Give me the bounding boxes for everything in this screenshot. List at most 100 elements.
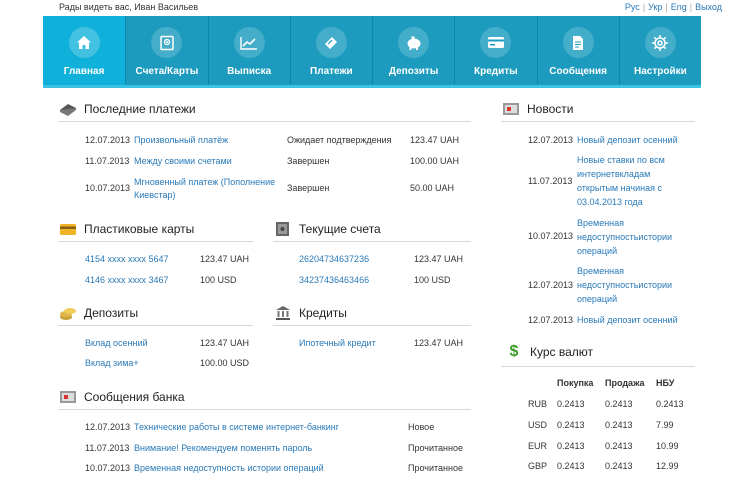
news-link[interactable]: 03.04.2013 года (577, 197, 643, 207)
deposits-section-title: Депозиты (58, 306, 138, 320)
card-amount: 100 USD (200, 275, 237, 285)
news-link[interactable]: Временная (577, 266, 624, 276)
account-number-link[interactable]: 26204734637236 (299, 254, 369, 264)
home-icon (68, 27, 100, 58)
payment-status: Ожидает подтверждения (287, 135, 392, 145)
credit-link[interactable]: Ипотечный кредит (299, 338, 376, 348)
news-link[interactable]: операций (577, 246, 617, 256)
payment-link[interactable]: Мгновенный платеж (Пополнение Киевстар) (134, 176, 279, 202)
safe-icon (273, 222, 293, 236)
nav-item-accounts[interactable]: Счета/Карты (125, 16, 207, 85)
card-icon (58, 222, 78, 236)
news-date: 11.07.2013 (528, 176, 573, 186)
deposit-link[interactable]: Вклад зима+ (85, 358, 139, 368)
section-title-text: Текущие счета (299, 222, 381, 236)
rates-header-buy: Покупка (557, 378, 594, 388)
main-nav: Главная Счета/Карты Выписка Платежи Депо… (43, 16, 701, 85)
section-title-text: Курс валют (530, 345, 594, 359)
nav-label: Платежи (310, 66, 353, 77)
news-link[interactable]: Временная (577, 218, 624, 228)
news-link[interactable]: недоступностьистории (577, 280, 672, 290)
nav-item-statement[interactable]: Выписка (207, 16, 290, 85)
nav-label: Депозиты (388, 66, 439, 77)
news-link[interactable]: интернетвкладам (577, 169, 650, 179)
nav-item-payments[interactable]: Платежи (289, 16, 372, 85)
deposit-amount: 100.00 USD (200, 358, 250, 368)
currency-code: RUB (528, 399, 548, 409)
payments-section-title: Последние платежи (58, 102, 196, 116)
payment-date: 12.07.2013 (85, 135, 131, 145)
message-icon (58, 390, 78, 404)
lang-ru-link[interactable]: Рус (625, 2, 640, 12)
credit-card-icon (480, 27, 512, 58)
lang-uk-link[interactable]: Укр (648, 2, 662, 12)
news-link[interactable]: операций (577, 294, 617, 304)
cards-section-title: Пластиковые карты (58, 222, 194, 236)
wallet-icon (315, 27, 347, 58)
piggy-bank-icon (398, 27, 430, 58)
logout-link[interactable]: Выход (695, 2, 722, 12)
payment-amount: 50.00 UAH (410, 183, 455, 193)
deposit-link[interactable]: Вклад осенний (85, 338, 148, 348)
rate-sell: 0.2413 (605, 441, 633, 451)
nav-label: Кредиты (474, 66, 518, 77)
news-date: 12.07.2013 (528, 315, 574, 325)
credit-amount: 123.47 UAH (414, 338, 464, 348)
nav-item-credits[interactable]: Кредиты (454, 16, 536, 85)
message-link[interactable]: Внимание! Рекомендуем поменять пароль (134, 443, 312, 453)
payment-amount: 123.47 UAH (410, 135, 460, 145)
news-section-title: Новости (501, 102, 573, 116)
news-link[interactable]: открытым начиная с (577, 183, 662, 193)
news-link[interactable]: Новый депозит осенний (577, 135, 678, 145)
nav-item-home[interactable]: Главная (43, 16, 126, 85)
divider (58, 409, 471, 410)
nav-item-settings[interactable]: Настройки (618, 16, 701, 85)
message-link[interactable]: Технические работы в системе интернет-ба… (134, 422, 339, 432)
message-date: 10.07.2013 (85, 463, 131, 473)
rate-nbu: 10.99 (656, 441, 679, 451)
payment-amount: 100.00 UAH (410, 156, 460, 166)
rate-nbu: 12.99 (656, 461, 679, 471)
separator: | (642, 2, 646, 12)
nav-item-deposits[interactable]: Депозиты (372, 16, 454, 85)
nav-label: Главная (63, 66, 105, 77)
section-title-text: Сообщения банка (84, 390, 185, 404)
news-link[interactable]: Новые ставки по всм (577, 155, 665, 165)
card-number-link[interactable]: 4154 xxxx xxxx 5647 (85, 254, 169, 264)
rate-nbu: 7.99 (656, 420, 674, 430)
rate-buy: 0.2413 (557, 420, 585, 430)
card-number-link[interactable]: 4146 xxxx xxxx 3467 (85, 275, 169, 285)
accounts-icon (151, 27, 183, 58)
nav-label: Сообщения (549, 66, 607, 77)
bank-icon (273, 306, 293, 320)
section-title-text: Кредиты (299, 306, 347, 320)
payment-status: Завершен (287, 183, 330, 193)
account-number-link[interactable]: 34237436463466 (299, 275, 369, 285)
message-link[interactable]: Временная недоступность истории операций (134, 463, 324, 473)
accounts-section-title: Текущие счета (273, 222, 381, 236)
greeting-text: Рады видеть вас, Иван Васильев (59, 2, 199, 12)
nav-label: Выписка (227, 66, 272, 77)
message-date: 12.07.2013 (85, 422, 131, 432)
separator: | (665, 2, 668, 12)
news-link[interactable]: недоступностьистории (577, 232, 672, 242)
payment-link[interactable]: Произвольный платёж (134, 135, 228, 145)
message-status: Прочитанное (408, 443, 463, 453)
lang-en-link[interactable]: Eng (671, 2, 687, 12)
rates-header-nbu: НБУ (656, 378, 675, 388)
currency-code: USD (528, 420, 548, 430)
document-icon (562, 27, 594, 58)
rate-buy: 0.2413 (557, 461, 585, 471)
message-date: 11.07.2013 (85, 443, 130, 453)
nav-item-messages[interactable]: Сообщения (536, 16, 619, 85)
statement-chart-icon (233, 27, 265, 58)
news-link[interactable]: Новый депозит осенний (577, 315, 678, 325)
top-bar: Рады видеть вас, Иван Васильев Рус | Укр… (0, 0, 750, 16)
payment-status: Завершен (287, 156, 330, 166)
divider (501, 121, 695, 122)
divider (501, 366, 695, 367)
payment-link[interactable]: Между своими счетами (134, 156, 232, 166)
divider (58, 241, 253, 242)
dollar-icon: $ (509, 343, 519, 360)
rate-nbu: 0.2413 (656, 399, 684, 409)
